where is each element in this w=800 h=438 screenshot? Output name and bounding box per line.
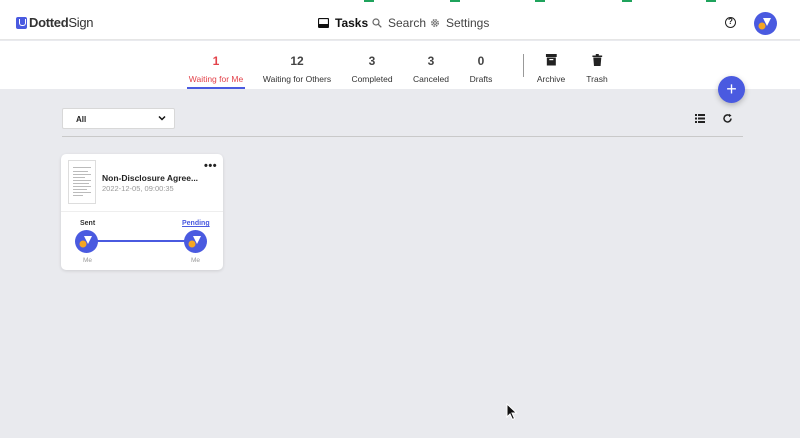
tab-label: Trash xyxy=(586,74,608,84)
chevron-down-icon xyxy=(158,115,166,121)
status-sent-label: Sent xyxy=(80,220,96,227)
user-avatar[interactable] xyxy=(754,12,777,35)
document-title: Non-Disclosure Agree... xyxy=(102,173,198,183)
tab-waiting-for-me[interactable]: 1 Waiting for Me xyxy=(189,54,243,84)
document-date: 2022-12-05, 09:00:35 xyxy=(102,184,174,193)
mouse-pointer-icon xyxy=(506,403,518,421)
inbox-icon xyxy=(318,18,329,28)
trash-icon xyxy=(591,54,602,66)
tab-label: Completed xyxy=(351,74,393,84)
tab-archive[interactable]: Archive xyxy=(537,54,565,84)
avatar-logo-icon xyxy=(758,18,771,30)
tab-divider xyxy=(523,54,524,77)
tab-count: 3 xyxy=(368,54,376,68)
help-icon[interactable]: ? xyxy=(725,17,736,28)
document-thumbnail xyxy=(68,160,96,204)
logo-mark-icon xyxy=(16,16,27,29)
status-pending-link[interactable]: Pending xyxy=(182,220,210,227)
content-divider xyxy=(62,136,743,137)
logo-text-bold: Dotted xyxy=(29,15,69,30)
status-filter-select[interactable]: All xyxy=(62,108,175,129)
top-accent-strip xyxy=(0,0,800,5)
card-divider xyxy=(61,211,223,212)
logo-text-light: Sign xyxy=(68,15,94,30)
signer-logo-icon xyxy=(79,236,92,248)
tab-label: Waiting for Me xyxy=(188,74,244,84)
tab-count: 0 xyxy=(477,54,485,68)
task-card[interactable]: ••• Non-Disclosure Agree... 2022-12-05, … xyxy=(61,154,223,270)
list-view-icon[interactable] xyxy=(695,114,705,123)
signer-avatar xyxy=(75,230,98,253)
tab-waiting-for-others[interactable]: 12 Waiting for Others xyxy=(263,54,331,84)
tab-count: 3 xyxy=(427,54,435,68)
nav-settings[interactable]: Settings xyxy=(430,13,489,33)
tab-drafts[interactable]: 0 Drafts xyxy=(470,54,493,84)
signer-name: Me xyxy=(191,257,201,264)
tab-count: 1 xyxy=(212,54,220,68)
nav-settings-label: Settings xyxy=(446,16,490,30)
tab-label: Archive xyxy=(536,74,566,84)
archive-icon xyxy=(545,54,557,66)
nav-search[interactable]: Search xyxy=(372,13,426,33)
tab-completed[interactable]: 3 Completed xyxy=(351,54,392,84)
tab-canceled[interactable]: 3 Canceled xyxy=(413,54,449,84)
tab-trash[interactable]: Trash xyxy=(586,54,608,84)
signer-logo-icon xyxy=(188,236,201,248)
app-logo[interactable]: DottedSign xyxy=(16,15,93,30)
card-more-menu[interactable]: ••• xyxy=(204,160,217,172)
refresh-icon[interactable] xyxy=(722,113,733,124)
signer-name: Me xyxy=(83,257,93,264)
active-tab-indicator xyxy=(187,87,245,89)
nav-search-label: Search xyxy=(388,16,427,30)
nav-tasks-label: Tasks xyxy=(335,16,369,30)
nav-tasks[interactable]: Tasks xyxy=(318,13,368,33)
tab-count: 12 xyxy=(290,54,304,68)
tab-label: Drafts xyxy=(469,74,493,84)
logo-text: DottedSign xyxy=(29,15,93,30)
top-navigation-bar: DottedSign Tasks Search Settings ? xyxy=(0,0,800,40)
add-task-button[interactable]: + xyxy=(718,76,745,103)
gear-icon xyxy=(431,19,439,27)
tab-label: Waiting for Others xyxy=(262,74,332,84)
status-filter-value: All xyxy=(76,115,87,124)
signer-avatar xyxy=(184,230,207,253)
task-tab-bar: 1 Waiting for Me 12 Waiting for Others 3… xyxy=(0,41,800,89)
search-icon xyxy=(372,18,382,28)
signing-progress-track xyxy=(97,240,197,242)
tab-label: Canceled xyxy=(413,74,449,84)
